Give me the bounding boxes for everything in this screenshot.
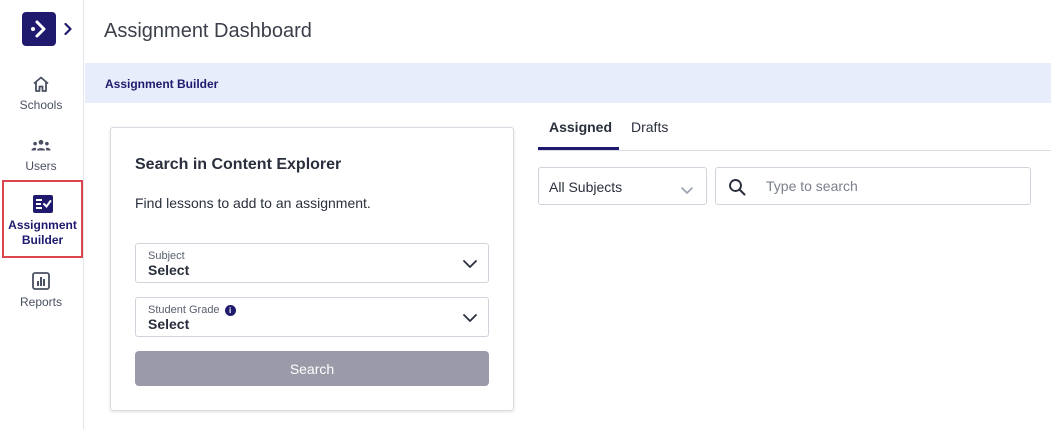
search-button[interactable]: Search [135,351,489,386]
search-icon [728,178,746,201]
chevron-down-icon [462,311,478,323]
active-tab-indicator [538,147,619,150]
assignment-search-box[interactable] [715,167,1031,205]
home-icon [31,74,51,94]
logo-area [22,12,74,46]
card-title: Search in Content Explorer [135,156,342,173]
sidebar: Schools Users Assignment Builder Reports [0,0,84,429]
subjects-filter-select[interactable]: All Subjects [538,167,707,205]
sidebar-item-label: Users [25,159,57,173]
tab-assigned[interactable]: Assigned [549,119,612,135]
info-icon[interactable]: i [224,304,236,316]
bar-chart-icon [31,271,51,291]
subject-select[interactable]: Subject Select [135,243,489,283]
sidebar-item-reports[interactable]: Reports [0,271,82,309]
subject-value: Select [148,262,190,278]
grade-label: Student Grade i [148,304,236,316]
search-input[interactable] [766,177,1016,195]
chevron-down-icon [462,257,478,269]
users-icon [31,135,51,155]
sidebar-item-schools[interactable]: Schools [0,74,82,112]
logo-chevron-icon [31,20,46,38]
app-logo[interactable] [22,12,56,46]
student-grade-select[interactable]: Student Grade i Select [135,297,489,337]
grade-value: Select [148,316,190,332]
card-description: Find lessons to add to an assignment. [135,195,371,211]
sidebar-item-label: Schools [19,98,63,112]
tab-drafts[interactable]: Drafts [631,119,668,135]
sidebar-item-assignment-builder[interactable]: Assignment Builder [2,180,83,258]
content-explorer-card: Search in Content Explorer Find lessons … [110,127,514,411]
sidebar-item-users[interactable]: Users [0,135,82,173]
assignment-tabs: Assigned Drafts [538,104,1051,151]
expand-sidebar-icon[interactable] [62,21,74,37]
sidebar-item-label: Assignment Builder [8,218,77,247]
grade-label-text: Student Grade [148,304,220,316]
banner-label: Assignment Builder [105,77,219,91]
page-title: Assignment Dashboard [104,20,312,42]
sidebar-item-label: Reports [19,295,63,309]
subject-label: Subject [148,250,185,262]
breadcrumb-banner: Assignment Builder [85,63,1051,103]
assignment-checklist-icon [32,194,53,214]
subject-label-text: Subject [148,250,185,262]
chevron-down-icon [680,182,694,200]
subjects-filter-value: All Subjects [549,179,623,195]
